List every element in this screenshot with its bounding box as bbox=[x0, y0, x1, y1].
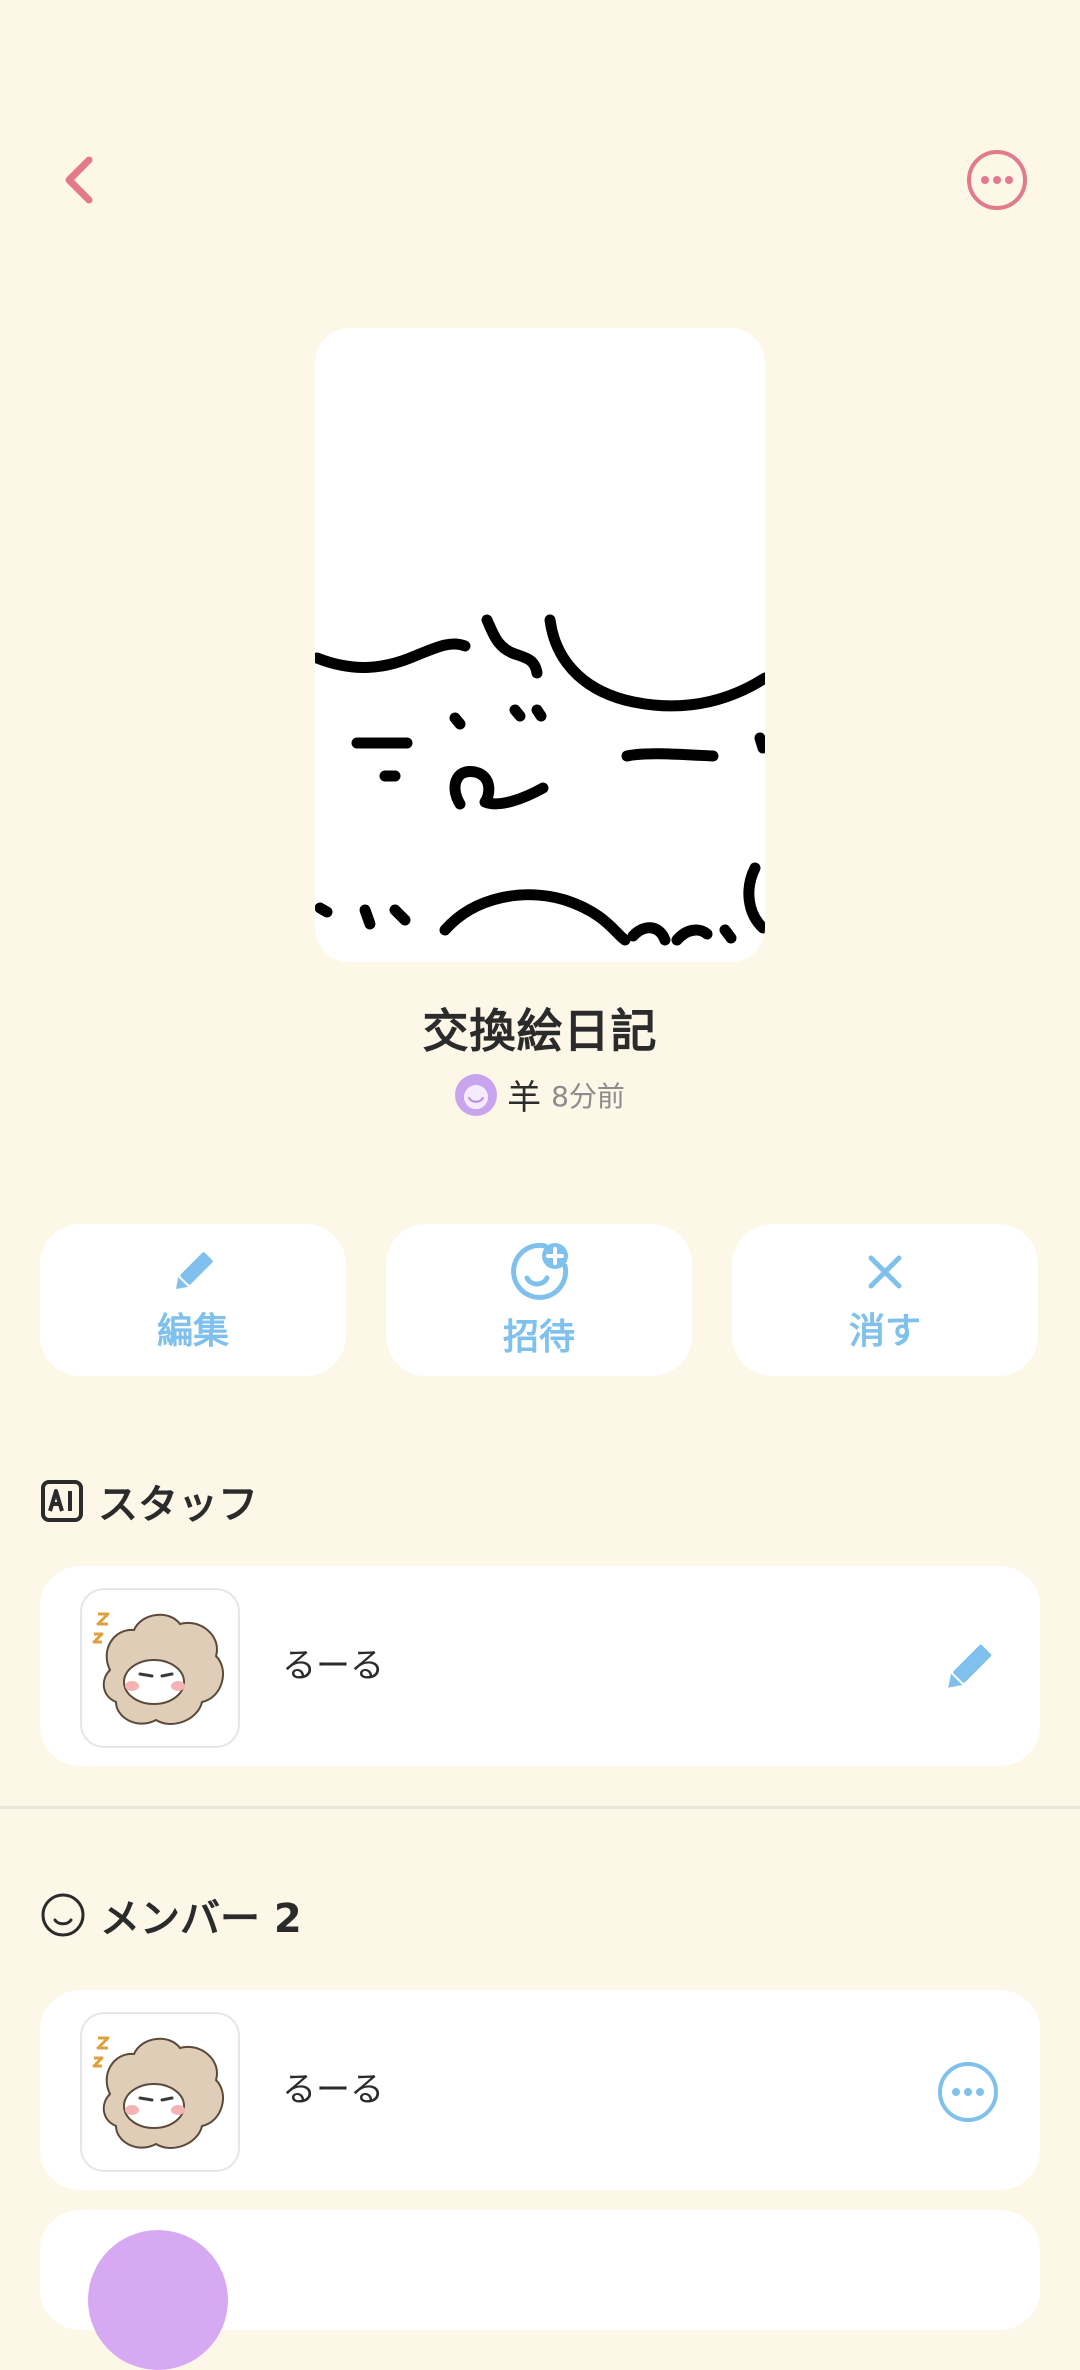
delete-button[interactable]: 消す bbox=[732, 1224, 1038, 1376]
more-horizontal-circle-icon bbox=[967, 150, 1027, 210]
staff-name: るーる bbox=[282, 1646, 384, 1686]
invite-label: 招待 bbox=[502, 1317, 575, 1358]
diary-cover-image[interactable] bbox=[315, 328, 765, 962]
sketch-drawing bbox=[315, 614, 765, 946]
more-options-button[interactable] bbox=[965, 148, 1029, 212]
edit-staff-button[interactable] bbox=[936, 1636, 1000, 1700]
chevron-left-icon bbox=[65, 156, 93, 204]
staff-list-item[interactable]: るーる bbox=[40, 1566, 1040, 1766]
smile-face-icon bbox=[468, 1096, 485, 1103]
more-horizontal-circle-icon bbox=[938, 2062, 998, 2122]
sheep-avatar bbox=[80, 1588, 240, 1748]
member-avatar bbox=[88, 2230, 228, 2370]
pencil-icon bbox=[176, 1252, 213, 1289]
ai-badge-icon bbox=[41, 1480, 83, 1522]
sheep-illustration bbox=[92, 2036, 225, 2149]
member-list-item[interactable] bbox=[40, 2210, 1040, 2370]
sheep-illustration bbox=[92, 1612, 225, 1725]
section-divider bbox=[0, 1806, 1080, 1809]
sheep-avatar bbox=[80, 2012, 240, 2172]
posted-time: 8分前 bbox=[551, 1079, 625, 1113]
edit-label: 編集 bbox=[156, 1311, 229, 1352]
owner-name[interactable]: 羊 bbox=[507, 1070, 541, 1119]
member-list-item[interactable]: るーる bbox=[40, 1990, 1040, 2190]
staff-section-title: スタッフ bbox=[40, 1472, 258, 1530]
member-options-button[interactable] bbox=[936, 2060, 1000, 2124]
owner-avatar[interactable] bbox=[455, 1073, 498, 1116]
diary-meta: 羊 8分前 bbox=[0, 1070, 1080, 1119]
member-name: るーる bbox=[282, 2070, 384, 2110]
back-button[interactable] bbox=[55, 150, 105, 210]
members-section-title: メンバー 2 bbox=[40, 1886, 302, 1944]
close-icon bbox=[868, 1255, 902, 1289]
diary-title: 交換絵日記 bbox=[422, 1004, 658, 1058]
smile-face-icon bbox=[41, 1893, 85, 1937]
invite-button[interactable]: 招待 bbox=[386, 1224, 692, 1376]
staff-section-label: スタッフ bbox=[98, 1482, 258, 1528]
pencil-icon bbox=[948, 1644, 992, 1688]
members-section-label: メンバー 2 bbox=[100, 1896, 302, 1942]
invite-user-icon bbox=[511, 1242, 569, 1300]
delete-label: 消す bbox=[848, 1311, 921, 1352]
edit-button[interactable]: 編集 bbox=[40, 1224, 346, 1376]
